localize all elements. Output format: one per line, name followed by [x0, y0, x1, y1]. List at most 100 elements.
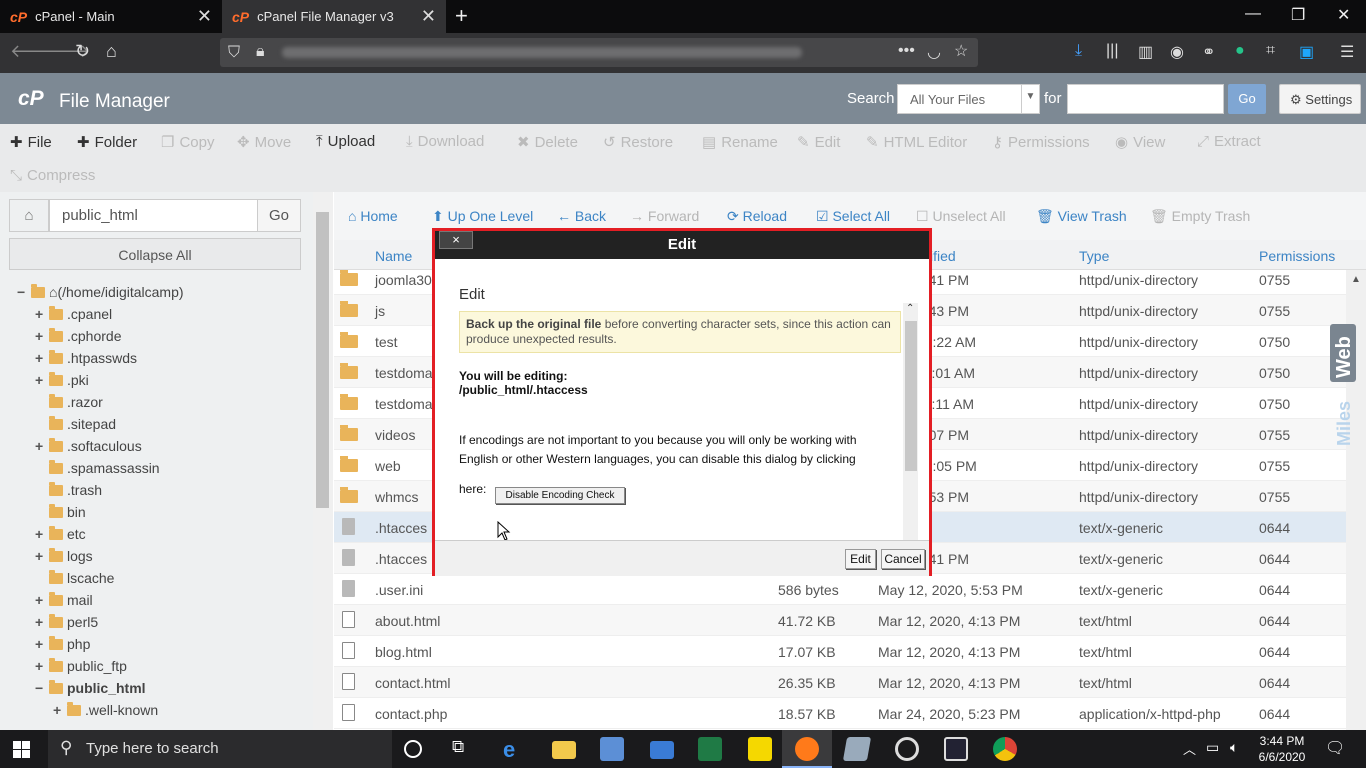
toolbar-move-button[interactable]: ✥ Move — [237, 133, 291, 151]
expand-icon[interactable]: + — [35, 526, 47, 542]
col-permissions[interactable]: Permissions — [1259, 248, 1335, 264]
screen-recorder-icon[interactable] — [944, 737, 968, 761]
cortana-icon[interactable] — [404, 740, 422, 758]
url-bar[interactable]: ⛉ 🔒︎ ••• ◡ ☆ — [220, 38, 978, 67]
home-icon[interactable]: ⌂ — [106, 41, 117, 62]
collapse-all-button[interactable]: Collapse All — [9, 238, 301, 270]
taskbar-clock[interactable]: 3:44 PM 6/6/2020 — [1257, 733, 1307, 765]
left-scrollbar-thumb[interactable] — [316, 212, 329, 508]
nav-home-button[interactable]: ⌂ Home — [348, 208, 398, 224]
expand-icon[interactable]: + — [35, 328, 47, 344]
tree-item[interactable]: + .well-known — [53, 701, 158, 718]
firefox-taskbar-active[interactable] — [782, 730, 832, 768]
toolbar-edit-button[interactable]: ✎ Edit — [797, 133, 840, 151]
restore-window-icon[interactable]: ❐ — [1291, 5, 1305, 25]
tab-file-manager[interactable]: cP cPanel File Manager v3 ✕ — [222, 0, 446, 33]
file-explorer-icon[interactable] — [552, 741, 576, 759]
disable-encoding-check-button[interactable]: Disable Encoding Check — [495, 487, 625, 504]
sidebar-icon[interactable]: ▥ — [1138, 42, 1153, 62]
expand-icon[interactable]: + — [53, 702, 65, 718]
account-icon[interactable]: ◉ — [1170, 42, 1184, 62]
table-row[interactable]: blog.html 17.07 KB Mar 12, 2020, 4:13 PM te… — [334, 636, 1346, 667]
toolbar-copy-button[interactable]: ❐ Copy — [161, 133, 214, 151]
close-window-icon[interactable]: ✕ — [1337, 5, 1350, 25]
toolbar-upload-button[interactable]: ⤒ Upload — [316, 133, 375, 150]
extension-icon[interactable]: ⚭ — [1202, 42, 1215, 62]
dialog-cancel-button[interactable]: Cancel — [881, 549, 925, 569]
app-icon[interactable] — [842, 737, 872, 761]
toolbar-compress-button[interactable]: ⤡ Compress — [10, 167, 95, 184]
dialog-edit-button[interactable]: Edit — [845, 549, 876, 569]
table-row[interactable]: contact.php 18.57 KB Mar 24, 2020, 5:23 PM… — [334, 698, 1346, 729]
bookmark-star-icon[interactable]: ☆ — [954, 41, 968, 61]
minimize-icon[interactable]: — — [1245, 5, 1261, 23]
expand-icon[interactable]: + — [35, 636, 47, 652]
table-row[interactable]: .user.ini 586 bytes May 12, 2020, 5:53 PM t… — [334, 574, 1346, 605]
nav-forward-button[interactable]: → Forward — [630, 208, 699, 224]
toolbar-html-editor-button[interactable]: ✎ HTML Editor — [866, 133, 967, 151]
toolbar-delete-button[interactable]: ✖ Delete — [517, 133, 578, 151]
tree-item[interactable]: .trash — [35, 481, 102, 498]
tree-item[interactable]: + .pki — [35, 371, 89, 388]
nav-reload-button[interactable]: ⟳ Reload — [727, 208, 787, 225]
scroll-up-icon[interactable]: ⌃ — [906, 303, 914, 314]
settings-button[interactable]: ⚙ Settings — [1279, 84, 1361, 114]
volume-icon[interactable]: 🔈︎ — [1230, 739, 1238, 756]
chevron-up-icon[interactable]: ︿ — [1183, 739, 1196, 758]
tree-item[interactable]: + perl5 — [35, 613, 98, 630]
col-name[interactable]: Name — [375, 248, 412, 264]
tree-item[interactable]: + public_ftp — [35, 657, 127, 674]
media-player-icon[interactable] — [895, 737, 919, 761]
taskbar-search-box[interactable]: ⚲ Type here to search — [48, 730, 392, 768]
pocket-icon[interactable]: ◡ — [927, 42, 941, 62]
tree-item[interactable]: − ⌂ (/home/idigitalcamp) — [17, 283, 184, 300]
path-go-button[interactable]: Go — [257, 199, 301, 232]
expand-icon[interactable]: + — [35, 438, 47, 454]
windows-start-icon[interactable] — [13, 741, 30, 758]
tree-item[interactable]: + mail — [35, 591, 93, 608]
toolbar-folder-button[interactable]: ✚ Folder — [77, 133, 137, 151]
table-row[interactable]: about.html 41.72 KB Mar 12, 2020, 4:13 PM t… — [334, 605, 1346, 636]
close-icon[interactable]: ✕ — [421, 6, 436, 27]
tree-item[interactable]: + .cpanel — [35, 305, 112, 322]
dialog-close-button[interactable]: × — [439, 231, 473, 249]
nav-back-button[interactable]: ← Back — [557, 208, 606, 224]
toolbar-file-button[interactable]: ✚ File — [10, 133, 52, 151]
expand-icon[interactable]: + — [35, 614, 47, 630]
expand-icon[interactable]: + — [35, 592, 47, 608]
network-icon[interactable]: ▭ — [1206, 739, 1219, 756]
home-icon[interactable]: ⌂ — [9, 199, 49, 232]
library-icon[interactable]: ||| — [1106, 42, 1118, 60]
table-row[interactable]: contact.html 26.35 KB Mar 12, 2020, 4:13 P… — [334, 667, 1346, 698]
screenshot-icon[interactable]: ▣ — [1299, 42, 1314, 62]
tree-item[interactable]: − public_html — [35, 679, 146, 696]
search-input[interactable] — [1067, 84, 1224, 114]
tree-item[interactable]: lscache — [35, 569, 114, 586]
tree-item[interactable]: bin — [35, 503, 86, 520]
store-icon[interactable] — [600, 737, 624, 761]
expand-icon[interactable]: + — [35, 548, 47, 564]
expand-icon[interactable]: + — [35, 306, 47, 322]
tree-item[interactable]: + php — [35, 635, 90, 652]
toolbar-rename-button[interactable]: ▤ Rename — [702, 133, 778, 151]
crop-icon[interactable]: ⌗ — [1266, 42, 1275, 60]
scroll-up-icon[interactable]: ▲ — [1351, 274, 1361, 285]
col-type[interactable]: Type — [1079, 248, 1109, 264]
tree-item[interactable]: .spamassassin — [35, 459, 160, 476]
path-input[interactable]: public_html — [49, 199, 258, 232]
expand-icon[interactable]: + — [35, 350, 47, 366]
download-icon[interactable]: ⤓ — [1075, 42, 1082, 60]
tree-item[interactable]: .sitepad — [35, 415, 116, 432]
search-scope-select[interactable]: All Your Files ▼ — [897, 84, 1040, 114]
menu-icon[interactable]: ☰ — [1340, 42, 1354, 62]
toolbar-permissions-button[interactable]: ⚷ Permissions — [992, 133, 1090, 151]
excel-icon[interactable] — [698, 737, 722, 761]
expand-icon[interactable]: + — [35, 372, 47, 388]
search-go-button[interactable]: Go — [1228, 84, 1266, 114]
toolbar-download-button[interactable]: ⤓ Download — [406, 133, 484, 150]
expand-icon[interactable]: + — [35, 658, 47, 674]
notifications-icon[interactable]: 🗨︎ — [1325, 738, 1345, 758]
tree-item[interactable]: .razor — [35, 393, 103, 410]
nav-view-trash-button[interactable]: 🗑︎ View Trash — [1036, 208, 1127, 225]
tree-item[interactable]: + etc — [35, 525, 86, 542]
